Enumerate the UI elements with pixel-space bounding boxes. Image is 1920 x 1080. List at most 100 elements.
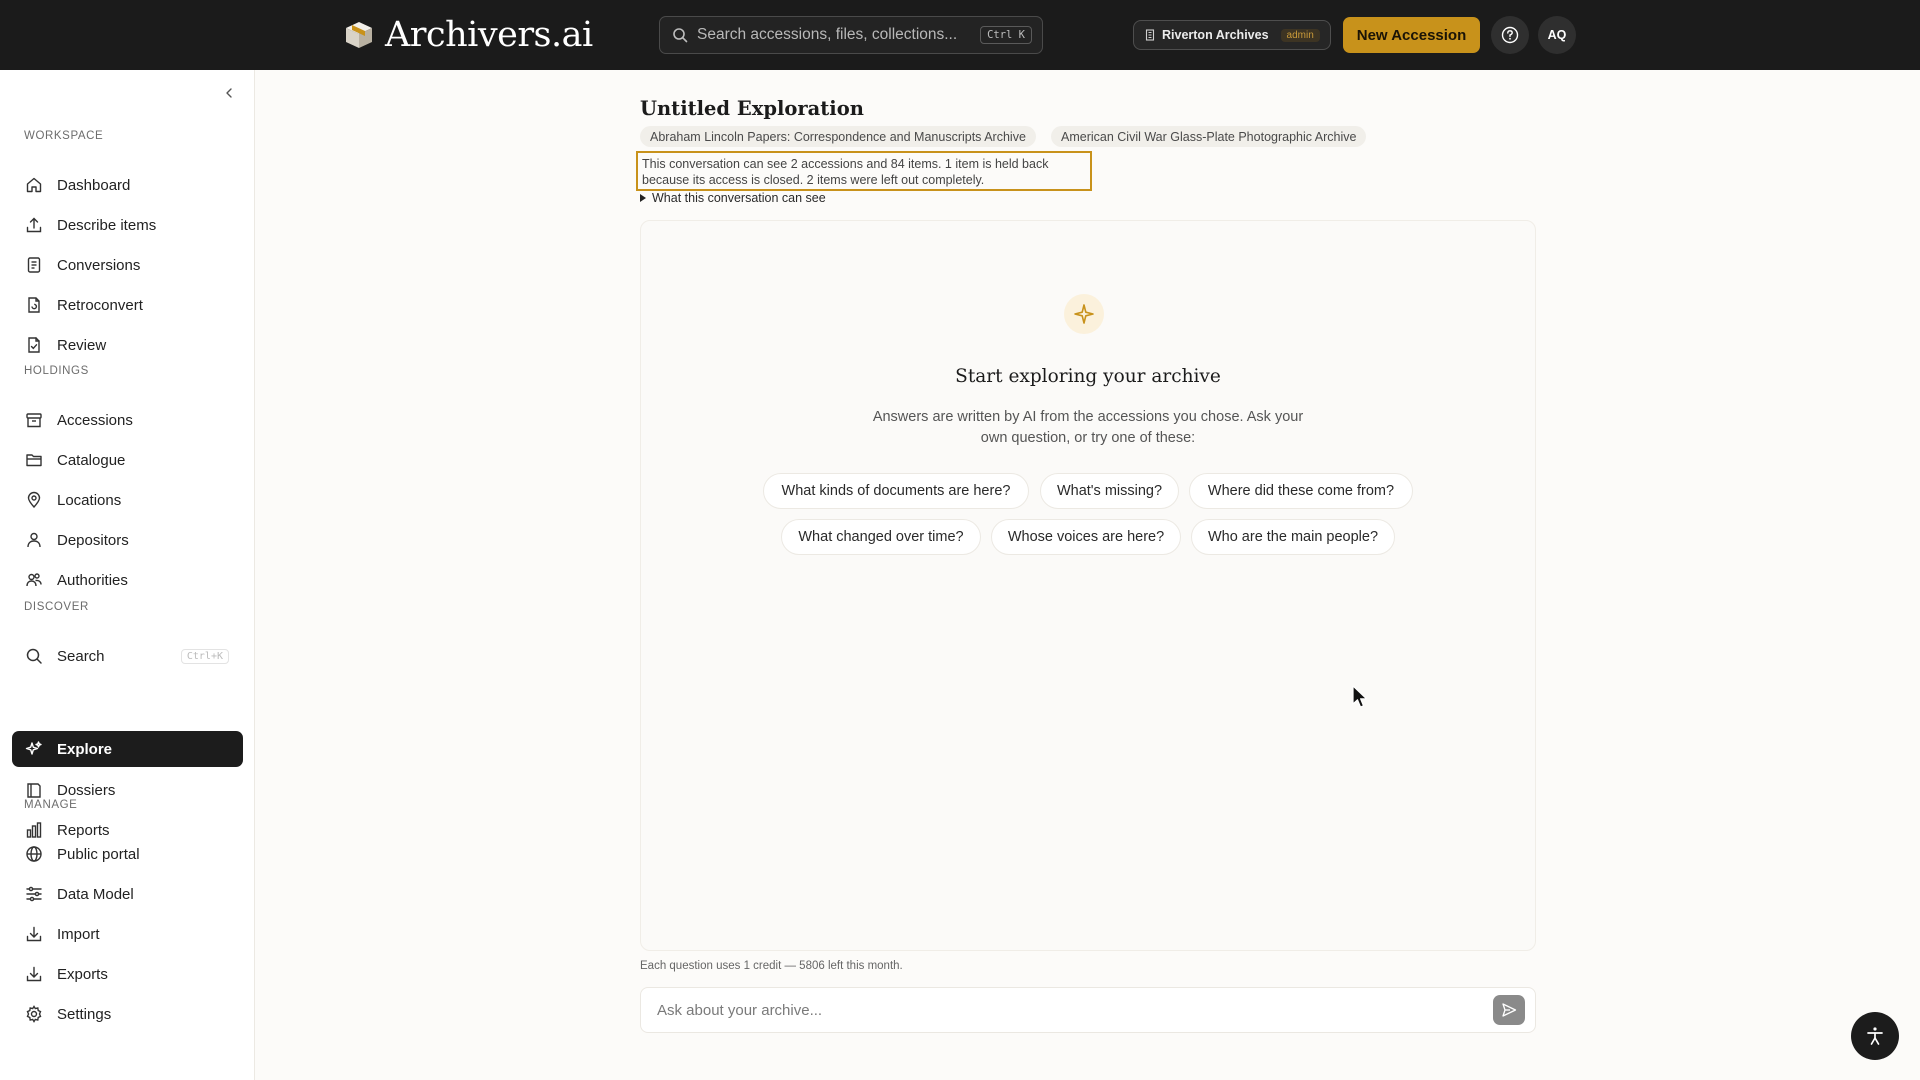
building-icon [1145, 29, 1155, 41]
sidebar-item-conversions[interactable]: Conversions [12, 247, 243, 283]
search-shortcut: Ctrl+K [180, 648, 229, 664]
empty-state-title: Start exploring your archive [955, 366, 1221, 387]
sidebar-item-describe-items[interactable]: Describe items [12, 207, 243, 243]
visibility-disclosure[interactable]: What this conversation can see [640, 191, 826, 205]
globe-icon [26, 846, 42, 862]
accessibility-icon [1867, 1027, 1883, 1045]
suggestion-chip[interactable]: What kinds of documents are here? [763, 473, 1029, 509]
page-title[interactable]: Untitled Exploration [640, 97, 864, 120]
sidebar-item-label: Accessions [57, 411, 133, 429]
upload-icon [26, 217, 42, 233]
sidebar-item-settings[interactable]: Settings [12, 996, 243, 1032]
empty-state-subtitle: Answers are written by AI from the acces… [858, 407, 1318, 449]
search-icon [26, 648, 42, 664]
suggestion-chip[interactable]: Who are the main people? [1191, 519, 1395, 555]
sidebar-item-public-portal[interactable]: Public portal [12, 836, 243, 872]
users-icon [26, 573, 42, 587]
sidebar-item-label: Search [57, 647, 105, 665]
sidebar-item-catalogue[interactable]: Catalogue [12, 442, 243, 478]
search-input[interactable] [697, 26, 981, 44]
new-accession-button[interactable]: New Accession [1343, 17, 1480, 53]
question-input[interactable] [657, 1001, 1493, 1019]
top-bar: Archivers.ai Ctrl K Riverton Archives ad… [0, 0, 1920, 70]
notice-line: This conversation can see 2 accessions a… [642, 157, 1049, 171]
archive-box-logo-icon [346, 22, 372, 48]
subtitle-line: Answers are written by AI from the acces… [872, 409, 1304, 425]
sidebar-item-label: Catalogue [57, 451, 126, 469]
chevron-left-icon [226, 88, 232, 98]
global-search[interactable]: Ctrl K [659, 16, 1043, 54]
sidebar-item-label: Import [57, 925, 100, 943]
sidebar-item-search[interactable]: Search Ctrl+K [12, 638, 243, 674]
sidebar-item-import[interactable]: Import [12, 916, 243, 952]
sidebar-item-depositors[interactable]: Depositors [12, 522, 243, 558]
brand[interactable]: Archivers.ai [343, 14, 593, 56]
section-label-manage: MANAGE [24, 799, 78, 811]
sidebar-item-authorities[interactable]: Authorities [12, 562, 243, 598]
sidebar-item-label: Retroconvert [57, 296, 143, 314]
archive-icon [26, 413, 42, 428]
sidebar-item-exports[interactable]: Exports [12, 956, 243, 992]
sidebar-item-locations[interactable]: Locations [12, 482, 243, 518]
notice-line: because its access is closed. 2 items we… [642, 173, 985, 187]
map-pin-icon [27, 491, 41, 509]
folder-icon [26, 454, 42, 467]
accessibility-button[interactable] [1851, 1012, 1899, 1060]
search-icon [673, 28, 688, 43]
brand-name: Archivers.ai [385, 15, 593, 55]
help-button[interactable] [1491, 16, 1529, 54]
sidebar-item-label: Exports [57, 965, 108, 983]
suggestion-chip[interactable]: What's missing? [1040, 473, 1179, 509]
sidebar-item-label: Describe items [57, 216, 157, 234]
document-refresh-icon [28, 297, 40, 313]
sidebar-item-label: Dossiers [57, 781, 116, 799]
sidebar-item-label: Data Model [57, 885, 134, 903]
home-icon [26, 177, 42, 193]
section-label-holdings: HOLDINGS [24, 365, 89, 377]
search-shortcut: Ctrl K [980, 26, 1032, 44]
sidebar-item-retroconvert[interactable]: Retroconvert [12, 287, 243, 323]
role-badge: admin [1280, 28, 1320, 42]
workspace-name: Riverton Archives [1162, 28, 1269, 42]
visibility-notice: This conversation can see 2 accessions a… [636, 151, 1092, 191]
sidebar-item-label: Depositors [57, 531, 129, 549]
sidebar-item-dashboard[interactable]: Dashboard [12, 167, 243, 203]
accession-chip[interactable]: Abraham Lincoln Papers: Correspondence a… [640, 126, 1036, 147]
composer [640, 987, 1536, 1033]
download-icon [26, 926, 42, 942]
sidebar-item-explore[interactable]: Explore [12, 731, 243, 767]
suggestion-chip[interactable]: Whose voices are here? [991, 519, 1181, 555]
suggestion-chip[interactable]: Where did these come from? [1189, 473, 1413, 509]
sidebar-item-accessions[interactable]: Accessions [12, 402, 243, 438]
sidebar: WORKSPACE Dashboard Describe items Conve… [0, 70, 255, 1080]
sidebar-item-label: Conversions [57, 256, 141, 274]
sidebar-item-label: Dashboard [57, 176, 131, 194]
triangle-right-icon [640, 194, 646, 202]
avatar[interactable]: AQ [1538, 16, 1576, 54]
send-button[interactable] [1493, 995, 1525, 1025]
sidebar-item-data-model[interactable]: Data Model [12, 876, 243, 912]
sparkles-icon [25, 741, 42, 755]
sidebar-item-label: Locations [57, 491, 122, 509]
book-icon [27, 783, 41, 798]
section-label-workspace: WORKSPACE [24, 130, 104, 142]
gear-icon [26, 1005, 42, 1023]
document-check-icon [28, 337, 40, 353]
sidebar-item-label: Review [57, 336, 107, 354]
accession-chip[interactable]: American Civil War Glass-Plate Photograp… [1051, 126, 1367, 147]
help-icon [1501, 26, 1519, 44]
send-icon [1502, 1003, 1517, 1017]
sparkle-icon [1064, 294, 1104, 334]
sidebar-item-review[interactable]: Review [12, 327, 243, 363]
sidebar-item-label: Public portal [57, 845, 140, 863]
disclosure-label: What this conversation can see [652, 191, 826, 205]
workspace-switcher[interactable]: Riverton Archives admin [1133, 20, 1331, 50]
subtitle-line: own question, or try one of these: [980, 430, 1196, 446]
document-convert-icon [27, 257, 41, 273]
sliders-icon [26, 886, 42, 902]
sidebar-item-label: Settings [57, 1005, 112, 1023]
suggestion-chip[interactable]: What changed over time? [781, 519, 981, 555]
collapse-sidebar-button[interactable] [218, 82, 240, 104]
user-icon [27, 532, 41, 548]
credits-note: Each question uses 1 credit — 5806 left … [640, 960, 903, 972]
